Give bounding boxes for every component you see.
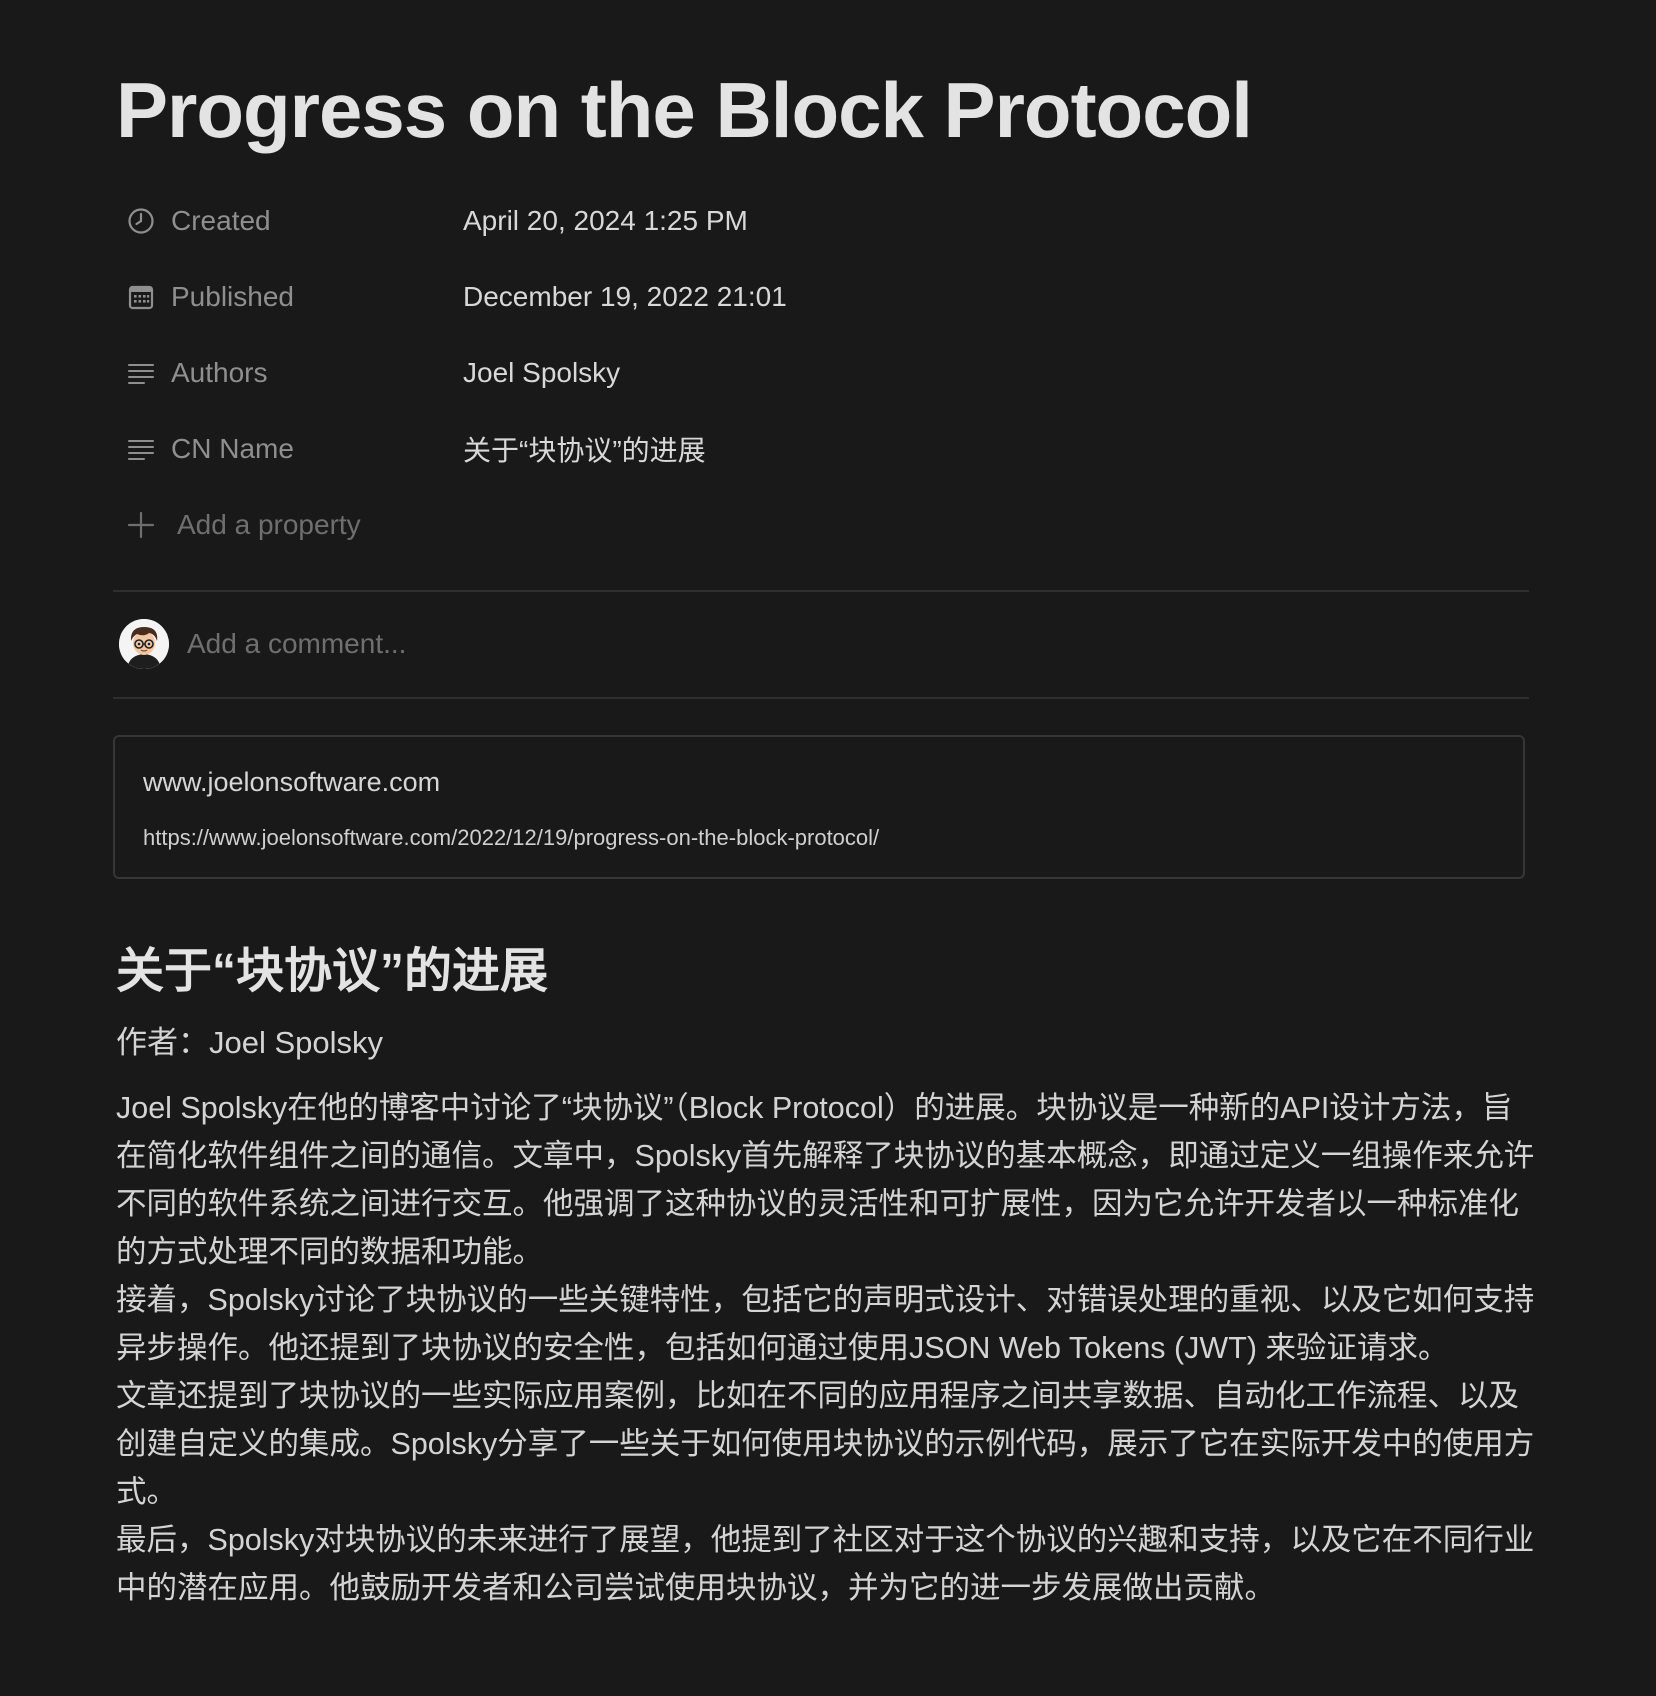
bookmark-url: https://www.joelonsoftware.com/2022/12/1… — [143, 825, 880, 850]
property-key-label: Authors — [171, 357, 268, 388]
properties-list: Created April 20, 2024 1:25 PM Published… — [113, 183, 1529, 563]
divider — [113, 590, 1529, 592]
calendar-icon — [125, 281, 157, 313]
property-key-label: CN Name — [171, 433, 294, 464]
section-heading[interactable]: 关于“块协议”的进展 — [116, 940, 548, 1004]
comment-input-row[interactable]: Add a comment... — [119, 618, 406, 670]
property-key[interactable]: Authors — [113, 357, 463, 389]
web-bookmark[interactable]: www.joelonsoftware.com https://www.joelo… — [113, 735, 1525, 879]
paragraph[interactable]: 接着，Spolsky讨论了块协议的一些关键特性，包括它的声明式设计、对错误处理的… — [116, 1276, 1536, 1372]
property-value[interactable]: December 19, 2022 21:01 — [463, 281, 787, 313]
comment-input[interactable]: Add a comment... — [187, 628, 406, 660]
page-title[interactable]: Progress on the Block Protocol — [116, 60, 1253, 160]
divider — [113, 697, 1529, 699]
add-property-label: Add a property — [177, 509, 361, 540]
property-key-label: Published — [171, 281, 294, 312]
plus-icon — [125, 509, 157, 541]
clock-icon — [125, 205, 157, 237]
property-key[interactable]: Created — [113, 205, 463, 237]
byline[interactable]: 作者：Joel Spolsky — [116, 1023, 383, 1063]
property-created[interactable]: Created April 20, 2024 1:25 PM — [113, 183, 1529, 259]
text-lines-icon — [125, 433, 157, 465]
article-body: Joel Spolsky在他的博客中讨论了“块协议”（Block Protoco… — [116, 1084, 1536, 1612]
property-key-label: Created — [171, 205, 271, 236]
property-key[interactable]: CN Name — [113, 433, 463, 465]
paragraph[interactable]: Joel Spolsky在他的博客中讨论了“块协议”（Block Protoco… — [116, 1084, 1536, 1276]
bookmark-site: www.joelonsoftware.com — [143, 767, 441, 797]
add-property-button[interactable]: Add a property — [113, 487, 1529, 563]
property-authors[interactable]: Authors Joel Spolsky — [113, 335, 1529, 411]
property-value[interactable]: April 20, 2024 1:25 PM — [463, 205, 748, 237]
property-cn-name[interactable]: CN Name 关于“块协议”的进展 — [113, 411, 1529, 487]
property-key[interactable]: Published — [113, 281, 463, 313]
property-value[interactable]: Joel Spolsky — [463, 357, 620, 389]
paragraph[interactable]: 最后，Spolsky对块协议的未来进行了展望，他提到了社区对于这个协议的兴趣和支… — [116, 1516, 1536, 1612]
text-lines-icon — [125, 357, 157, 389]
avatar — [119, 619, 169, 669]
paragraph[interactable]: 文章还提到了块协议的一些实际应用案例，比如在不同的应用程序之间共享数据、自动化工… — [116, 1372, 1536, 1516]
property-value[interactable]: 关于“块协议”的进展 — [463, 429, 706, 469]
property-published[interactable]: Published December 19, 2022 21:01 — [113, 259, 1529, 335]
